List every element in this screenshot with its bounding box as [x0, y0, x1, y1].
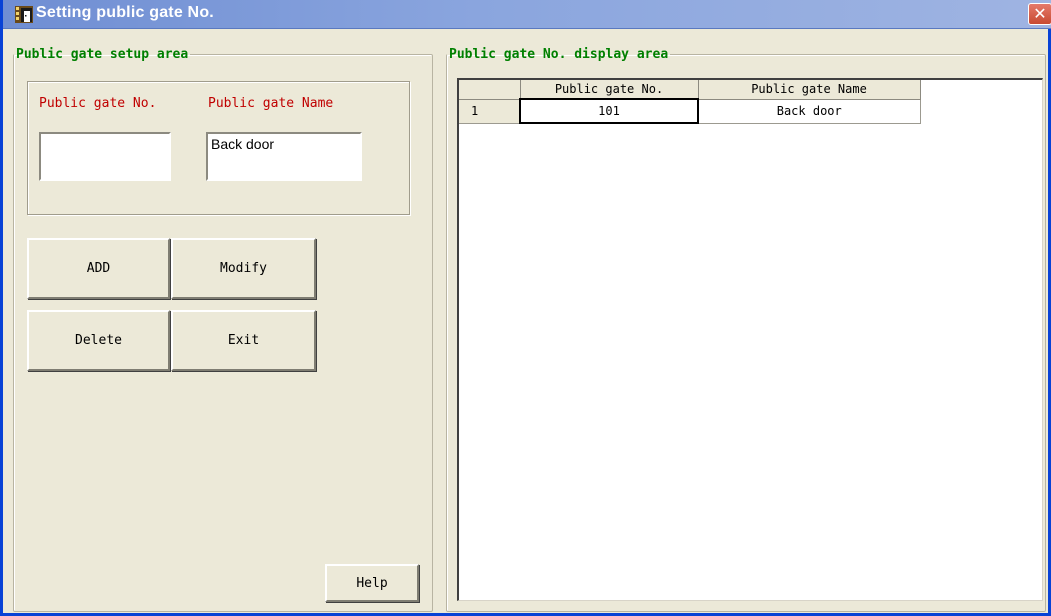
gate-list-grid[interactable]: Public gate No. Public gate Name 1 101 B…	[457, 78, 1043, 601]
setup-area-legend: Public gate setup area	[16, 47, 189, 62]
column-header-gate-name[interactable]: Public gate Name	[698, 80, 921, 100]
window-title: Setting public gate No.	[36, 4, 214, 21]
column-header-index[interactable]	[459, 80, 521, 100]
main-window: Setting public gate No. ✕ Public gate se…	[0, 0, 1051, 616]
close-icon: ✕	[1033, 4, 1047, 23]
exit-button-label: Exit	[227, 333, 260, 348]
modify-button-label: Modify	[220, 261, 267, 276]
add-button-label: ADD	[86, 261, 111, 276]
gate-name-label: Public gate Name	[208, 96, 334, 111]
building-door-icon	[15, 6, 33, 23]
table-header-row: Public gate No. Public gate Name	[459, 80, 921, 100]
gate-name-cell[interactable]: Back door	[698, 99, 921, 124]
title-bar[interactable]: Setting public gate No. ✕	[3, 0, 1051, 29]
row-index-cell[interactable]: 1	[459, 99, 521, 124]
add-button[interactable]: ADD	[27, 238, 170, 299]
display-area-legend: Public gate No. display area	[449, 47, 669, 62]
delete-button[interactable]: Delete	[27, 310, 170, 371]
help-button[interactable]: Help	[325, 564, 419, 602]
close-button[interactable]: ✕	[1028, 3, 1051, 25]
gate-no-label: Public gate No.	[39, 96, 157, 111]
gate-no-input[interactable]	[39, 132, 171, 181]
gate-name-input[interactable]: Back door	[206, 132, 362, 181]
gate-no-cell[interactable]: 101	[519, 98, 699, 124]
delete-button-label: Delete	[75, 333, 122, 348]
exit-button[interactable]: Exit	[171, 310, 316, 371]
table-row[interactable]: 1 101 Back door	[459, 98, 921, 124]
modify-button[interactable]: Modify	[171, 238, 316, 299]
help-button-label: Help	[356, 575, 388, 591]
column-header-gate-no[interactable]: Public gate No.	[520, 80, 699, 100]
gate-table: Public gate No. Public gate Name 1 101 B…	[459, 80, 921, 124]
